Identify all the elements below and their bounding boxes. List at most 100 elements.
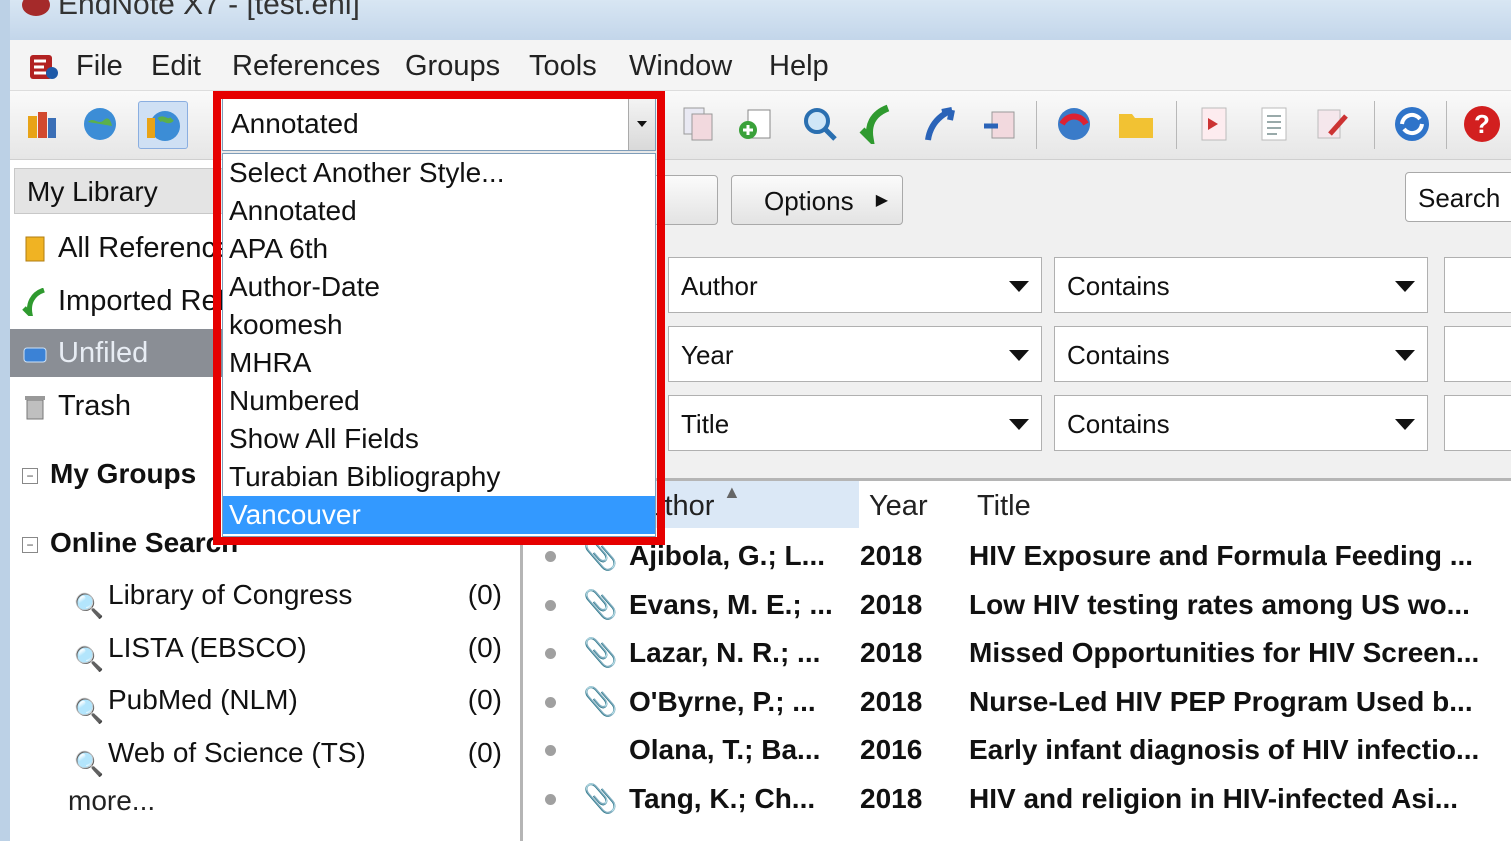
search-operator-select-1[interactable]: Contains — [1054, 257, 1428, 313]
section-label: My Groups — [50, 458, 197, 489]
style-option-show-all-fields[interactable]: Show All Fields — [223, 420, 655, 458]
search-field-select-3[interactable]: Title — [668, 395, 1042, 451]
open-folder-icon[interactable] — [1116, 104, 1156, 144]
reference-list-header: Author ▲ Year Title — [523, 478, 1511, 532]
cell-author: Lazar, N. R.; ... — [629, 637, 821, 668]
integrated-library-mode-icon[interactable] — [138, 101, 188, 149]
window-title: EndNote X7 - [test.enl] — [58, 0, 360, 21]
output-style-combobox[interactable]: Annotated — [222, 97, 656, 151]
new-reference-icon[interactable] — [736, 104, 776, 144]
cell-author: Ajibola, G.; L... — [629, 540, 825, 571]
svg-text:?: ? — [1474, 109, 1490, 139]
my-groups-header[interactable]: − My Groups — [22, 454, 196, 494]
more-online-link[interactable]: more... — [68, 785, 155, 817]
style-option-apa-6th[interactable]: APA 6th — [223, 230, 655, 268]
online-library-of-congress[interactable]: 🔍 Library of Congress (0) — [70, 571, 520, 620]
options-label: Options — [764, 186, 854, 216]
table-row[interactable]: 📎 O'Byrne, P.; ... 2018 Nurse-Led HIV PE… — [523, 678, 1511, 726]
cell-author: Olana, T.; Ba... — [629, 734, 821, 765]
sync-library-icon[interactable] — [1054, 104, 1094, 144]
options-button[interactable]: Options ▶ — [731, 175, 903, 225]
toolbar-separator — [1036, 101, 1037, 149]
menu-tools[interactable]: Tools — [529, 50, 597, 83]
collapse-toggle-icon[interactable]: − — [22, 467, 38, 484]
toolbar-separator — [1176, 101, 1177, 149]
share-icon[interactable] — [980, 104, 1020, 144]
cell-title: Early infant diagnosis of HIV infectio..… — [969, 734, 1480, 765]
style-option-turabian[interactable]: Turabian Bibliography — [223, 458, 655, 496]
online-web-of-science[interactable]: 🔍 Web of Science (TS) (0) — [70, 729, 520, 778]
style-option-mhra[interactable]: MHRA — [223, 344, 655, 382]
import-icon[interactable] — [858, 104, 898, 144]
column-header-year[interactable]: Year — [869, 481, 928, 531]
column-header-title[interactable]: Title — [977, 481, 1031, 531]
search-field-select-1[interactable]: Author — [668, 257, 1042, 313]
table-row[interactable]: 📎 Tang, K.; Ch... 2018 HIV and religion … — [523, 775, 1511, 823]
help-icon[interactable]: ? — [1462, 104, 1502, 144]
operator-value: Contains — [1067, 340, 1170, 370]
title-bar: EndNote X7 - [test.enl] — [10, 0, 1511, 40]
cell-author: Tang, K.; Ch... — [629, 783, 816, 814]
menu-bar: File Edit References Groups Tools Window… — [10, 40, 1511, 91]
search-term-input-3[interactable] — [1444, 395, 1511, 451]
attachment-paperclip-icon: 📎 — [583, 637, 618, 668]
style-option-author-date[interactable]: Author-Date — [223, 268, 655, 306]
search-term-input-1[interactable] — [1444, 257, 1511, 313]
format-bibliography-icon[interactable] — [1254, 104, 1294, 144]
style-option-select-another[interactable]: Select Another Style... — [223, 154, 655, 192]
sync-icon[interactable] — [1392, 104, 1432, 144]
find-full-text-icon[interactable] — [800, 104, 840, 144]
menu-help[interactable]: Help — [769, 50, 829, 83]
online-count: (0) — [467, 684, 502, 715]
attachment-paperclip-icon: 📎 — [583, 540, 618, 571]
endnote-app-icon[interactable] — [28, 53, 58, 81]
style-option-numbered[interactable]: Numbered — [223, 382, 655, 420]
section-label: Online Search — [50, 527, 239, 558]
endnote-logo-icon — [22, 0, 50, 16]
insert-citation-icon[interactable] — [1194, 104, 1234, 144]
menu-window[interactable]: Window — [629, 50, 732, 83]
online-search-icon: 🔍 — [74, 751, 104, 778]
dropdown-arrow-icon — [1009, 419, 1029, 430]
collapse-toggle-icon[interactable]: − — [22, 536, 38, 553]
search-term-input-2[interactable] — [1444, 326, 1511, 382]
online-lista-ebsco[interactable]: 🔍 LISTA (EBSCO) (0) — [70, 624, 520, 673]
edit-style-icon[interactable] — [1312, 104, 1352, 144]
dropdown-arrow-icon[interactable] — [628, 98, 655, 150]
menu-file[interactable]: File — [76, 50, 123, 83]
local-library-mode-icon[interactable] — [22, 104, 62, 144]
export-icon[interactable] — [920, 104, 960, 144]
menu-edit[interactable]: Edit — [151, 50, 201, 83]
cell-author: O'Byrne, P.; ... — [629, 686, 816, 717]
dropdown-arrow-icon — [1395, 281, 1415, 292]
operator-value: Contains — [1067, 409, 1170, 439]
online-count: (0) — [467, 632, 502, 663]
copy-formatted-icon[interactable] — [678, 104, 718, 144]
search-operator-select-2[interactable]: Contains — [1054, 326, 1428, 382]
online-search-mode-icon[interactable] — [80, 104, 120, 144]
table-row[interactable]: 📎 Ajibola, G.; L... 2018 HIV Exposure an… — [523, 532, 1511, 580]
read-status-icon — [545, 794, 556, 805]
field-value: Year — [681, 340, 734, 370]
online-label: LISTA (EBSCO) — [108, 632, 307, 663]
search-button[interactable]: Search — [1405, 172, 1511, 222]
online-pubmed[interactable]: 🔍 PubMed (NLM) (0) — [70, 676, 520, 725]
read-status-icon — [545, 551, 556, 562]
menu-groups[interactable]: Groups — [405, 50, 500, 83]
menu-references[interactable]: References — [232, 50, 380, 83]
style-selected-value: Annotated — [231, 108, 359, 139]
style-option-koomesh[interactable]: koomesh — [223, 306, 655, 344]
column-header-author[interactable]: Author ▲ — [623, 481, 859, 531]
style-option-annotated[interactable]: Annotated — [223, 192, 655, 230]
cell-year: 2018 — [860, 589, 923, 620]
search-operator-select-3[interactable]: Contains — [1054, 395, 1428, 451]
style-option-vancouver[interactable]: Vancouver — [223, 496, 655, 534]
online-search-header[interactable]: − Online Search — [22, 523, 238, 563]
online-label: Library of Congress — [108, 579, 353, 610]
dropdown-arrow-icon — [1395, 419, 1415, 430]
table-row[interactable]: 📎 Evans, M. E.; ... 2018 Low HIV testing… — [523, 581, 1511, 629]
table-row[interactable]: 📎 Lazar, N. R.; ... 2018 Missed Opportun… — [523, 629, 1511, 677]
library-icon — [25, 236, 45, 262]
search-field-select-2[interactable]: Year — [668, 326, 1042, 382]
table-row[interactable]: Olana, T.; Ba... 2016 Early infant diagn… — [523, 726, 1511, 774]
